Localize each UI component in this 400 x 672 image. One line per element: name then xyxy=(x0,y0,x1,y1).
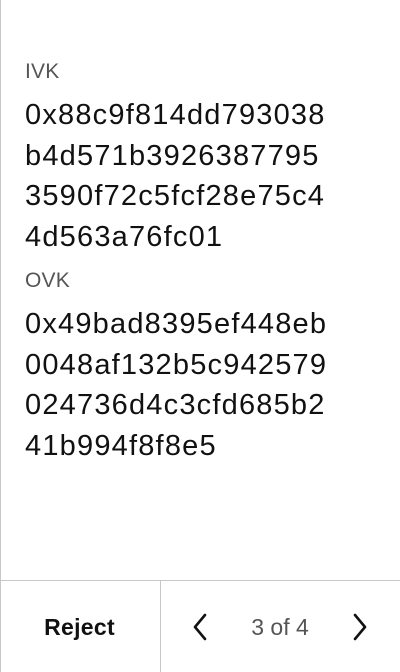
footer-bar: Reject 3 of 4 xyxy=(0,580,400,672)
left-divider xyxy=(0,0,1,580)
ovk-value-line: 0048af132b5c942579 xyxy=(25,348,328,381)
ovk-value: 0x49bad8395ef448eb 0048af132b5c942579 02… xyxy=(25,304,385,466)
ivk-value: 0x88c9f814dd793038 b4d571b3926387795 359… xyxy=(25,95,385,257)
next-page-button[interactable] xyxy=(346,612,374,642)
ivk-value-line: 0x88c9f814dd793038 xyxy=(25,99,326,131)
chevron-left-icon xyxy=(193,613,207,641)
ovk-label: OVK xyxy=(25,269,70,292)
pagination: 3 of 4 xyxy=(161,581,400,672)
ivk-value-line: 3590f72c5fcf28e75c4 xyxy=(25,180,326,212)
key-details: IVK 0x88c9f814dd793038 b4d571b3926387795… xyxy=(25,58,385,466)
reject-area[interactable]: Reject xyxy=(0,581,161,672)
ivk-value-line: b4d571b3926387795 xyxy=(25,139,320,172)
ivk-label: IVK xyxy=(25,60,60,83)
ovk-value-line: 024736d4c3cfd685b2 xyxy=(25,389,326,421)
chevron-right-icon xyxy=(353,613,367,641)
reject-button[interactable]: Reject xyxy=(44,614,115,641)
ivk-value-line: 4d563a76fc01 xyxy=(25,220,224,253)
page-indicator: 3 of 4 xyxy=(251,614,309,640)
ovk-value-line: 41b994f8f8e5 xyxy=(25,429,217,462)
previous-page-button[interactable] xyxy=(186,612,214,642)
ovk-value-line: 0x49bad8395ef448eb xyxy=(25,308,328,340)
